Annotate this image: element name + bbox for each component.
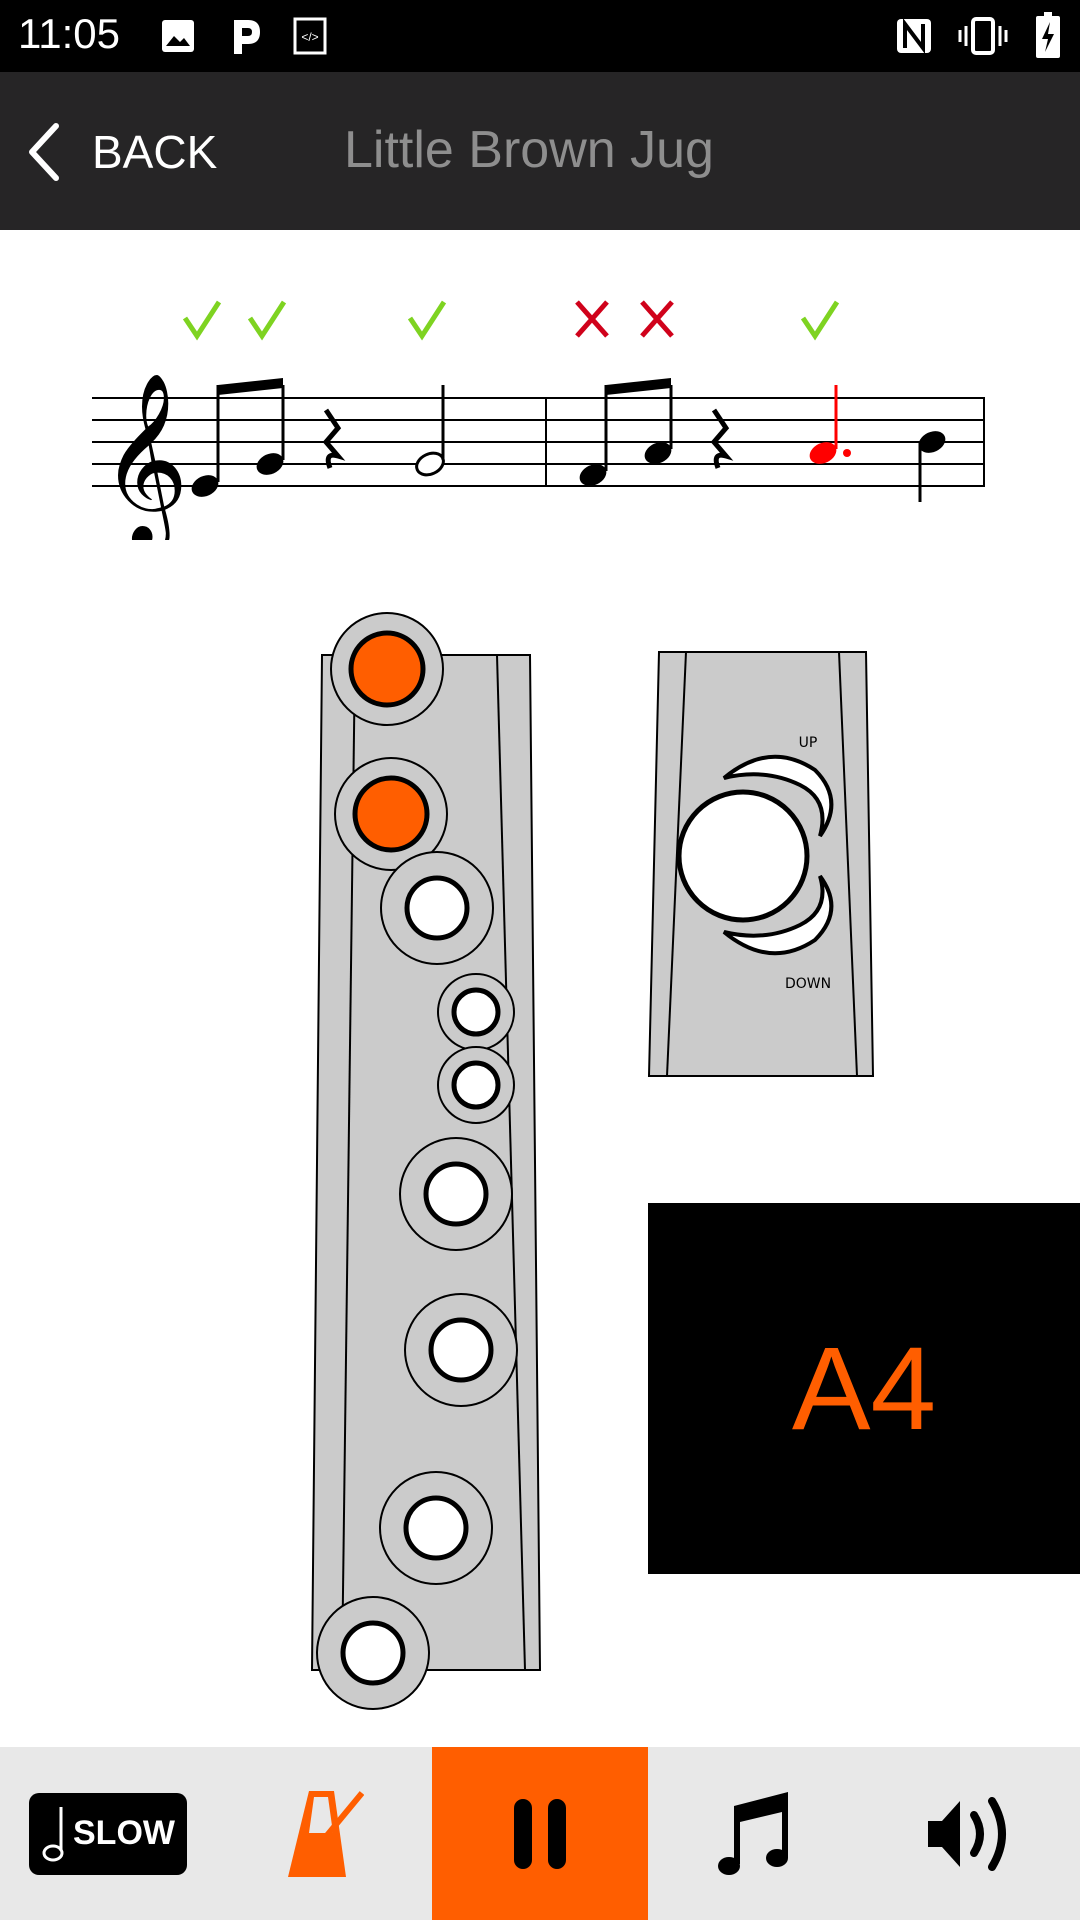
- result-marks: [182, 300, 840, 341]
- down-label: DOWN: [785, 976, 831, 992]
- notes-button[interactable]: [648, 1747, 864, 1920]
- dot: [843, 449, 851, 457]
- current-note-display: A4: [648, 1203, 1080, 1574]
- finger-hole-8[interactable]: [379, 1471, 493, 1585]
- volume-icon: [928, 1796, 1006, 1871]
- bottom-toolbar: SLOW: [0, 1747, 1080, 1920]
- cross-icon: [640, 300, 674, 338]
- check-icon: [247, 300, 287, 341]
- song-title: Little Brown Jug: [344, 121, 714, 179]
- code-icon: </>: [293, 17, 327, 55]
- nfc-icon: [897, 18, 931, 54]
- music-note-icon: [718, 1791, 788, 1875]
- pause-button[interactable]: [432, 1747, 648, 1920]
- beam: [606, 378, 671, 395]
- battery-charging-icon: [1036, 12, 1060, 58]
- vibrate-icon: [958, 17, 1008, 55]
- status-time: 11:05: [18, 10, 120, 57]
- chevron-left-icon: [29, 123, 59, 181]
- slow-button[interactable]: SLOW: [0, 1747, 216, 1920]
- hole-open: [423, 1161, 489, 1227]
- check-icon: [800, 300, 840, 341]
- hole-closed: [348, 630, 426, 708]
- beam: [218, 378, 283, 395]
- finger-hole-5[interactable]: [437, 1046, 515, 1124]
- app-bar: BACK Little Brown Jug: [0, 72, 1080, 230]
- check-icon: [182, 300, 222, 341]
- music-score: 𝄞: [92, 300, 985, 540]
- hole-open: [428, 1317, 494, 1383]
- thumb-hole[interactable]: [676, 789, 810, 923]
- finger-hole-6[interactable]: [399, 1137, 513, 1251]
- back-label: BACK: [92, 126, 218, 178]
- hole-open: [340, 1620, 406, 1686]
- staff-lines: [92, 397, 985, 487]
- hole-open: [451, 1060, 501, 1110]
- octave-key-panel: UP DOWN: [647, 651, 875, 1077]
- finger-hole-4[interactable]: [437, 973, 515, 1051]
- status-bar: 11:05 </>: [0, 0, 1080, 72]
- current-note: A4: [791, 1322, 937, 1455]
- note-marks: [191, 378, 946, 502]
- hole-open: [404, 875, 470, 941]
- finger-hole-7[interactable]: [404, 1293, 518, 1407]
- image-icon: [162, 20, 194, 52]
- metronome-icon: [288, 1790, 364, 1877]
- finger-hole-1[interactable]: [330, 612, 444, 726]
- cross-icon: [575, 300, 609, 338]
- quarter-note-icon: [42, 1806, 64, 1861]
- quarter-rest: [710, 408, 734, 469]
- metronome-button[interactable]: [216, 1747, 432, 1920]
- up-label: UP: [799, 735, 818, 751]
- treble-clef-icon: 𝄞: [100, 372, 189, 540]
- check-icon: [407, 300, 447, 341]
- back-button[interactable]: BACK: [24, 122, 217, 182]
- quarter-rest: [322, 408, 346, 469]
- parking-p-icon: [234, 20, 260, 54]
- hole-open: [403, 1495, 469, 1561]
- pause-icon: [514, 1798, 566, 1869]
- finger-hole-9[interactable]: [316, 1596, 430, 1710]
- volume-button[interactable]: [864, 1747, 1080, 1920]
- hole-open: [451, 987, 501, 1037]
- slow-label: SLOW: [73, 1814, 175, 1852]
- finger-hole-3[interactable]: [380, 851, 494, 965]
- hole-closed: [352, 775, 430, 853]
- svg-text:</>: </>: [301, 30, 318, 44]
